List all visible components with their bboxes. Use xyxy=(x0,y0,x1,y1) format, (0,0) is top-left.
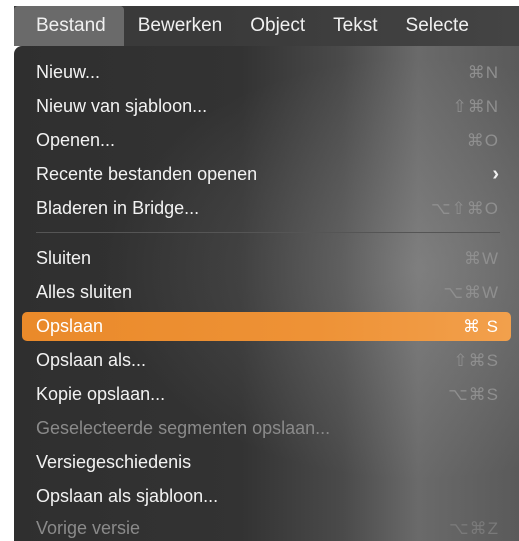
menu-item-shortcut: ⌘ S xyxy=(462,316,499,336)
menubar-item-selecteren[interactable]: Selecte xyxy=(392,6,483,46)
menu-item-label: Nieuw... xyxy=(36,62,101,82)
menu-item-nieuw[interactable]: Nieuw... ⌘N xyxy=(22,58,511,87)
menu-item-label: Kopie opslaan... xyxy=(36,384,166,404)
menu-item-shortcut: ⌥⌘W xyxy=(443,282,499,302)
menu-item-label: Opslaan als... xyxy=(36,350,147,370)
menu-item-vorige-versie: Vorige versie ⌥⌘Z xyxy=(22,514,511,541)
menu-item-label: Recente bestanden openen xyxy=(36,164,258,184)
menu-item-sluiten[interactable]: Sluiten ⌘W xyxy=(22,244,511,273)
menu-item-opslaan[interactable]: Opslaan ⌘ S xyxy=(22,312,511,341)
menu-item-nieuw-van-sjabloon[interactable]: Nieuw van sjabloon... ⇧⌘N xyxy=(22,92,511,121)
menu-item-opslaan-als[interactable]: Opslaan als... ⇧⌘S xyxy=(22,346,511,375)
menu-bar: Bestand Bewerken Object Tekst Selecte xyxy=(14,6,519,46)
menu-item-recente-bestanden-openen[interactable]: Recente bestanden openen › xyxy=(22,160,511,189)
menu-item-label: Bladeren in Bridge... xyxy=(36,198,200,218)
menubar-item-bewerken[interactable]: Bewerken xyxy=(124,6,237,46)
menu-item-alles-sluiten[interactable]: Alles sluiten ⌥⌘W xyxy=(22,278,511,307)
menu-item-label: Versiegeschiedenis xyxy=(36,452,192,472)
menu-item-label: Alles sluiten xyxy=(36,282,133,302)
menubar-item-tekst[interactable]: Tekst xyxy=(319,6,391,46)
menu-item-shortcut: ⌘O xyxy=(466,130,499,150)
menu-item-shortcut: ⌥⌘S xyxy=(448,384,499,404)
menu-item-shortcut: ⌘N xyxy=(467,62,499,82)
menu-item-label: Sluiten xyxy=(36,248,92,268)
file-menu-dropdown: Nieuw... ⌘N Nieuw van sjabloon... ⇧⌘N Op… xyxy=(14,46,519,541)
menu-item-opslaan-als-sjabloon[interactable]: Opslaan als sjabloon... xyxy=(22,482,511,511)
menu-item-kopie-opslaan[interactable]: Kopie opslaan... ⌥⌘S xyxy=(22,380,511,409)
menu-item-geselecteerde-segmenten-opslaan: Geselecteerde segmenten opslaan... xyxy=(22,414,511,443)
menu-item-openen[interactable]: Openen... ⌘O xyxy=(22,126,511,155)
screenshot-frame: Bestand Bewerken Object Tekst Selecte Ni… xyxy=(0,0,519,541)
menu-item-shortcut: ⌥⇧⌘O xyxy=(430,198,499,218)
menu-item-versiegeschiedenis[interactable]: Versiegeschiedenis xyxy=(22,448,511,477)
menu-item-shortcut: ⌘W xyxy=(463,248,499,268)
chevron-right-icon: › xyxy=(492,163,499,185)
menu-item-label: Geselecteerde segmenten opslaan... xyxy=(36,418,331,438)
menu-separator xyxy=(36,232,500,233)
menubar-item-bestand[interactable]: Bestand xyxy=(14,6,124,46)
menu-item-label: Openen... xyxy=(36,130,116,150)
menu-item-label: Vorige versie xyxy=(36,518,141,538)
menu-item-label: Opslaan als sjabloon... xyxy=(36,486,219,506)
menu-item-shortcut: ⇧⌘N xyxy=(452,96,499,116)
menu-item-bladeren-in-bridge[interactable]: Bladeren in Bridge... ⌥⇧⌘O xyxy=(22,194,511,223)
menu-item-shortcut: ⇧⌘S xyxy=(453,350,499,370)
menubar-item-object[interactable]: Object xyxy=(236,6,319,46)
menu-item-shortcut: ⌥⌘Z xyxy=(449,518,499,538)
menu-item-label: Opslaan xyxy=(36,316,104,336)
menu-item-label: Nieuw van sjabloon... xyxy=(36,96,208,116)
